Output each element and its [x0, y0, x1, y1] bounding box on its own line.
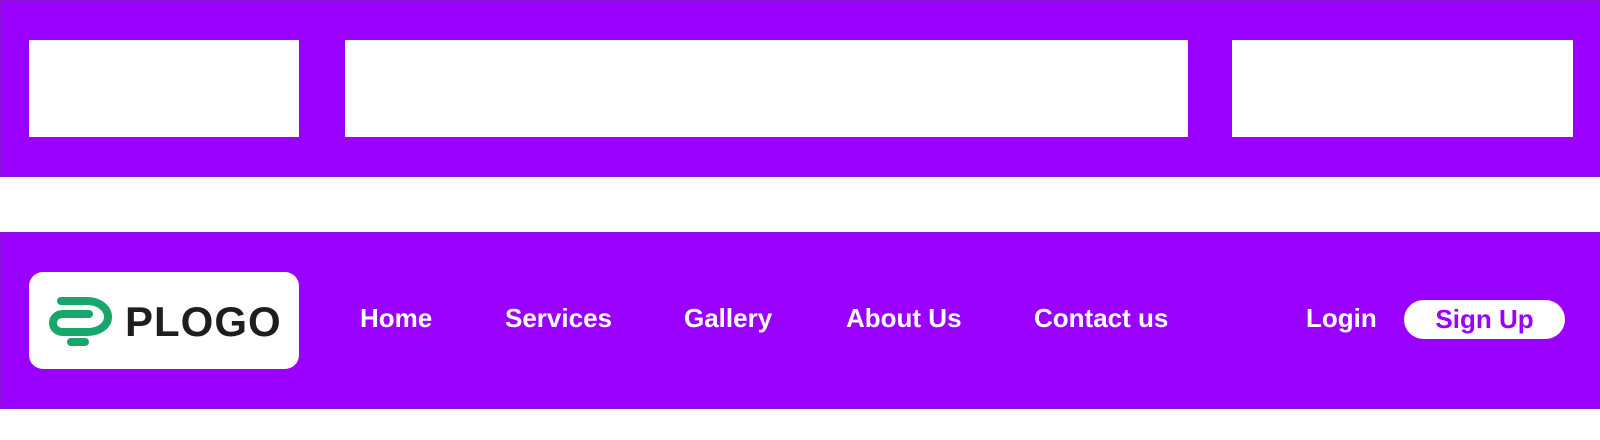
auth-placeholder — [1232, 40, 1573, 137]
site-header: PLOGO Home Services Gallery About Us Con… — [0, 232, 1600, 409]
nav-about-us[interactable]: About Us — [846, 303, 962, 333]
logo-text: PLOGO — [125, 298, 282, 345]
login-link[interactable]: Login — [1306, 303, 1377, 333]
nav-services[interactable]: Services — [505, 303, 612, 333]
sign-up-button[interactable]: Sign Up — [1404, 300, 1565, 339]
nav-home[interactable]: Home — [360, 303, 432, 333]
logo[interactable]: PLOGO — [29, 272, 299, 369]
paperclip-logo-icon — [49, 297, 112, 346]
nav-contact-us[interactable]: Contact us — [1034, 303, 1168, 333]
logo-placeholder — [29, 40, 299, 137]
nav-placeholder — [345, 40, 1188, 137]
nav-gallery[interactable]: Gallery — [684, 303, 772, 333]
wireframe-header — [0, 0, 1600, 177]
